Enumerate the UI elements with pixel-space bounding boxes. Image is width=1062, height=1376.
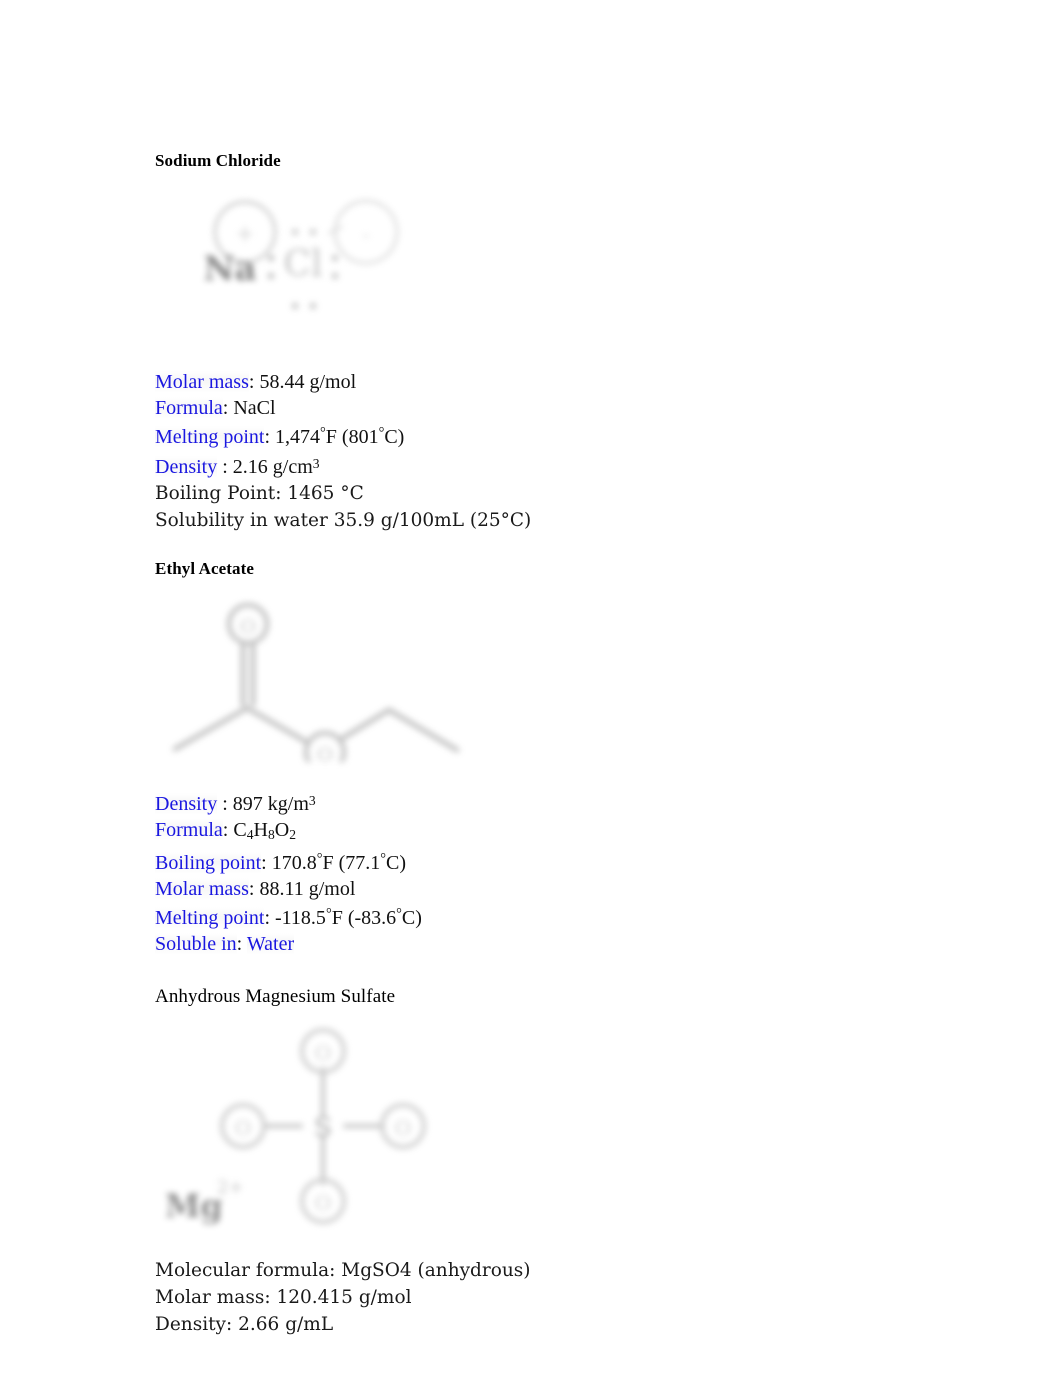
heading-ethyl-acetate: Ethyl Acetate — [155, 559, 255, 579]
property-label[interactable]: Formula — [155, 818, 223, 841]
svg-text:Mg: Mg — [165, 1187, 223, 1225]
property-label[interactable]: Boiling point — [155, 852, 262, 875]
property-label: Density — [155, 1314, 226, 1336]
section-sodium-chloride: Sodium Chloride + Na - Cl Molar mass: 58… — [155, 150, 915, 534]
property-separator: : — [248, 371, 260, 393]
property-line: Molar mass: 120.415 g/mol — [155, 1284, 915, 1311]
property-value-link[interactable]: Water — [246, 932, 295, 955]
property-label[interactable]: Soluble in — [155, 932, 237, 955]
property-label: Solubility in water — [155, 510, 328, 532]
property-label: Molecular formula — [155, 1260, 330, 1282]
property-label[interactable]: Density — [155, 793, 218, 816]
property-value: 1465 °C — [287, 483, 364, 505]
property-line: Density : 2.16 g/cm3 — [155, 451, 915, 481]
properties-ethyl-acetate: Density : 897 kg/m3 Formula: C4H8O2 Boil… — [155, 788, 915, 957]
ethyl-acetate-skeletal-structure: O O — [161, 592, 471, 763]
svg-text:Na: Na — [203, 249, 256, 289]
property-separator: : — [275, 483, 288, 505]
property-separator: : — [226, 1314, 239, 1336]
property-label[interactable]: Molar mass — [155, 877, 249, 900]
property-value: 2.66 g/mL — [238, 1314, 334, 1336]
property-line: Molecular formula: MgSO4 (anhydrous) — [155, 1257, 915, 1284]
property-value: 170.8°F (77.1°C) — [271, 851, 407, 875]
property-separator: : — [264, 426, 276, 449]
property-line: Boiling Point: 1465 °C — [155, 480, 915, 507]
property-value: 2.16 g/cm3 — [232, 455, 320, 478]
property-separator: : — [222, 818, 234, 841]
property-line: Density : 897 kg/m3 — [155, 788, 915, 818]
svg-text:Cl: Cl — [283, 244, 322, 285]
property-separator: : — [261, 852, 272, 875]
property-label[interactable]: Melting point — [155, 907, 265, 930]
property-line: Molar mass: 88.11 g/mol — [155, 877, 915, 903]
property-separator: : — [217, 793, 233, 816]
property-separator: : — [329, 1260, 342, 1282]
svg-text:O: O — [315, 1191, 331, 1215]
svg-text:-: - — [362, 223, 369, 248]
svg-text:O: O — [235, 1116, 251, 1140]
property-value: 120.415 g/mol — [276, 1287, 412, 1309]
property-line: Formula: C4H8O2 — [155, 818, 915, 847]
svg-text:2+: 2+ — [217, 1177, 244, 1198]
property-label: Molar mass — [155, 1287, 265, 1309]
svg-text:S: S — [314, 1113, 332, 1143]
property-value: 897 kg/m3 — [232, 793, 316, 816]
heading-sodium-chloride: Sodium Chloride — [155, 151, 281, 170]
document-page: Sodium Chloride + Na - Cl Molar mass: 58… — [0, 0, 1062, 1376]
property-value: 35.9 g/100mL (25°C) — [333, 510, 532, 532]
property-value: -118.5°F (-83.6°C) — [275, 906, 422, 930]
section-magnesium-sulfate: Anhydrous Magnesium Sulfate S O O O O Mg… — [155, 985, 915, 1338]
property-separator: : — [222, 396, 234, 419]
svg-text:O: O — [395, 1116, 411, 1140]
property-separator: : — [264, 907, 276, 930]
property-label[interactable]: Density — [155, 455, 218, 478]
property-line: Soluble in: Water — [155, 932, 915, 958]
magnesium-sulfate-structure: S O O O O Mg 2+ — [155, 1021, 455, 1231]
property-value: MgSO4 (anhydrous) — [341, 1260, 531, 1282]
svg-text:O: O — [315, 1041, 331, 1065]
property-line: Melting point: 1,474°F (801°C) — [155, 421, 915, 451]
property-value: 1,474°F (801°C) — [275, 425, 405, 449]
section-ethyl-acetate: Ethyl Acetate O O Density: 897 kg/m3 Fo… — [155, 558, 915, 957]
property-separator: : — [217, 455, 233, 478]
heading-magnesium-sulfate: Anhydrous Magnesium Sulfate — [155, 986, 396, 1008]
property-separator: : — [236, 932, 247, 955]
property-line: Molar mass: 58.44 g/mol — [155, 370, 915, 396]
sodium-chloride-lewis-structure: + Na - Cl — [183, 194, 443, 344]
property-line: Formula: NaCl — [155, 396, 915, 422]
property-separator: : — [264, 1287, 277, 1309]
property-value: 58.44 g/mol — [259, 371, 357, 393]
svg-text:+: + — [236, 222, 254, 247]
svg-text:O: O — [240, 616, 256, 638]
properties-sodium-chloride: Molar mass: 58.44 g/mol Formula: NaCl Me… — [155, 370, 915, 534]
property-separator: : — [248, 877, 260, 900]
property-line: Boiling point: 170.8°F (77.1°C) — [155, 847, 915, 877]
svg-text:O: O — [317, 744, 333, 762]
property-line: Solubility in water 35.9 g/100mL (25°C) — [155, 507, 915, 534]
property-label[interactable]: Formula — [155, 396, 223, 419]
property-value: 88.11 g/mol — [259, 877, 356, 900]
property-label[interactable]: Melting point — [155, 426, 265, 449]
property-value: NaCl — [233, 396, 276, 419]
property-value: C4H8O2 — [233, 818, 296, 842]
property-label[interactable]: Molar mass — [155, 371, 249, 393]
property-label: Boiling Point — [155, 483, 276, 505]
property-line: Density: 2.66 g/mL — [155, 1311, 915, 1338]
document-content: Sodium Chloride + Na - Cl Molar mass: 58… — [155, 150, 915, 1338]
properties-magnesium-sulfate: Molecular formula: MgSO4 (anhydrous) Mol… — [155, 1257, 915, 1338]
property-line: Melting point: -118.5°F (-83.6°C) — [155, 902, 915, 932]
